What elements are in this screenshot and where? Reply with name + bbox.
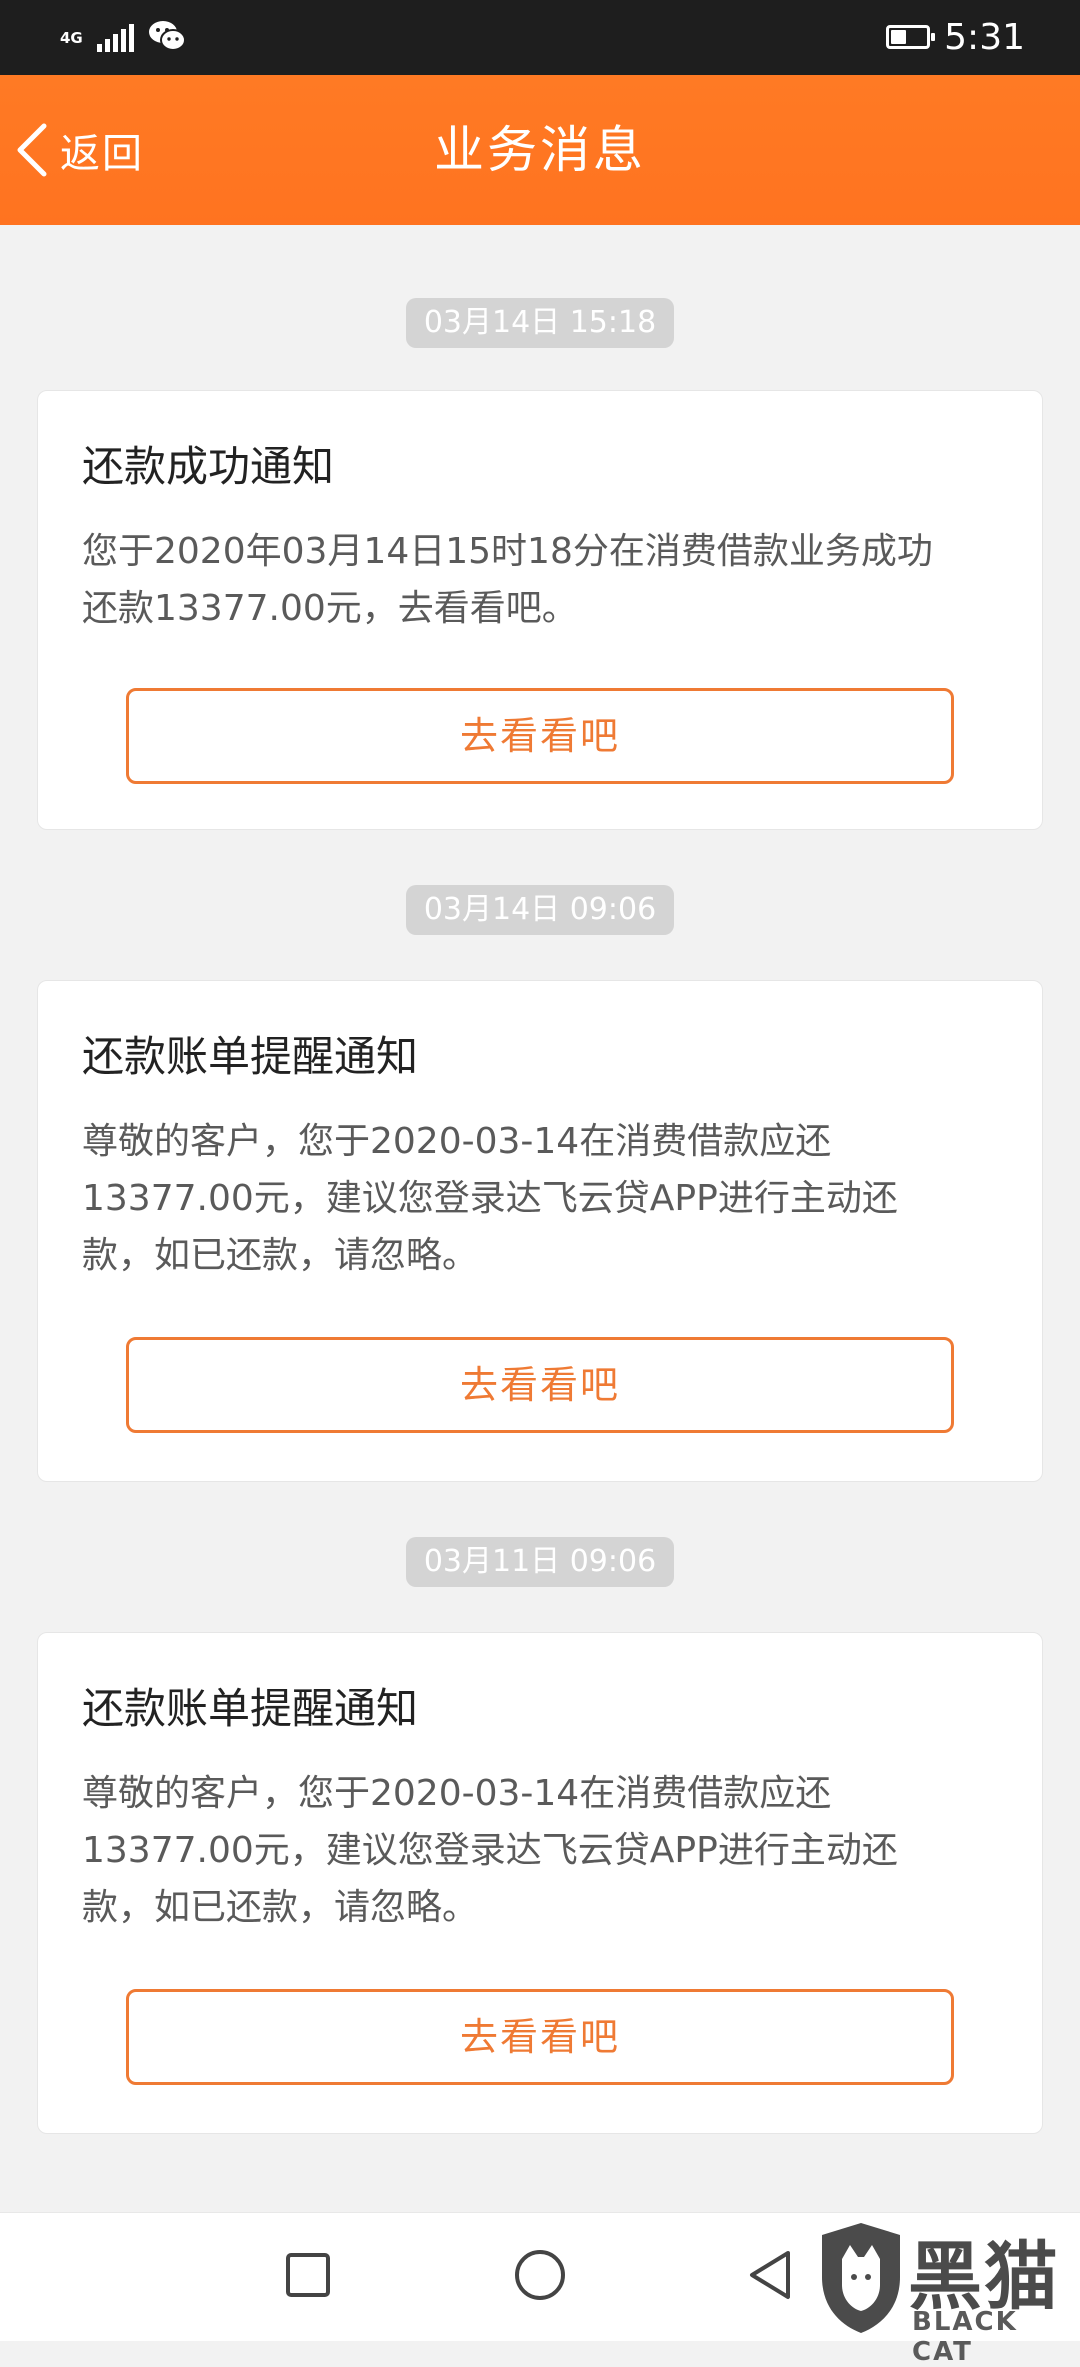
message-timestamp: 03月11日 09:06 xyxy=(405,1537,675,1587)
message-body-line: 尊敬的客户，您于2020-03-14在消费借款应还 xyxy=(82,1773,832,1814)
system-navigation-bar: 黑猫 BLACK CAT xyxy=(0,2211,1080,2367)
wechat-icon xyxy=(148,19,186,57)
message-title: 还款账单提醒通知 xyxy=(82,1684,419,1733)
message-group: 03月11日 09:06 还款账单提醒通知 尊敬的客户，您于2020-03-14… xyxy=(0,1482,1080,2134)
message-body-line: 还款13377.00元，去看看吧。 xyxy=(82,588,578,629)
view-details-button[interactable]: 去看看吧 xyxy=(126,688,954,784)
message-timestamp: 03月14日 15:18 xyxy=(405,298,675,348)
cat-shield-icon xyxy=(812,2219,910,2341)
battery-level xyxy=(891,30,907,44)
message-card: 还款成功通知 您于2020年03月14日15时18分在消费借款业务成功 还款13… xyxy=(37,390,1043,830)
watermark-logo: 黑猫 BLACK CAT xyxy=(800,2211,1080,2367)
recent-apps-button[interactable] xyxy=(248,2213,368,2341)
message-group: 03月14日 15:18 还款成功通知 您于2020年03月14日15时18分在… xyxy=(0,225,1080,830)
message-body: 您于2020年03月14日15时18分在消费借款业务成功 还款13377.00元… xyxy=(82,523,1012,637)
status-bar: 4G 5:31 xyxy=(0,0,1080,75)
triangle-back-icon xyxy=(746,2249,794,2305)
network-type: 4G xyxy=(60,28,83,47)
circle-icon xyxy=(513,2248,567,2306)
status-left: 4G xyxy=(60,18,186,58)
message-timestamp: 03月14日 09:06 xyxy=(405,885,675,935)
message-body-line: 13377.00元，建议您登录达飞云贷APP进行主动还 xyxy=(82,1178,898,1219)
message-body-line: 款，如已还款，请忽略。 xyxy=(82,1887,479,1928)
message-group: 03月14日 09:06 还款账单提醒通知 尊敬的客户，您于2020-03-14… xyxy=(0,830,1080,1482)
message-body: 尊敬的客户，您于2020-03-14在消费借款应还 13377.00元，建议您登… xyxy=(82,1765,1012,1936)
app-header: 返回 业务消息 xyxy=(0,75,1080,225)
message-card: 还款账单提醒通知 尊敬的客户，您于2020-03-14在消费借款应还 13377… xyxy=(37,1632,1043,2134)
signal-bars-icon xyxy=(96,24,134,52)
square-icon xyxy=(285,2252,331,2302)
view-details-button[interactable]: 去看看吧 xyxy=(126,1989,954,2085)
status-time: 5:31 xyxy=(944,16,1025,58)
message-title: 还款成功通知 xyxy=(82,442,335,491)
message-body-line: 您于2020年03月14日15时18分在消费借款业务成功 xyxy=(82,531,933,572)
page-title: 业务消息 xyxy=(434,121,646,179)
timestamp-row: 03月14日 09:06 xyxy=(0,830,1080,935)
timestamp-row: 03月14日 15:18 xyxy=(0,225,1080,348)
watermark-sub-text: BLACK CAT xyxy=(912,2307,1018,2367)
message-body-line: 款，如已还款，请忽略。 xyxy=(82,1235,479,1276)
status-right: 5:31 xyxy=(886,12,1025,62)
message-list: 03月14日 15:18 还款成功通知 您于2020年03月14日15时18分在… xyxy=(0,225,1080,2134)
message-title: 还款账单提醒通知 xyxy=(82,1032,419,1081)
network-type-label: 4G xyxy=(60,28,83,47)
message-body: 尊敬的客户，您于2020-03-14在消费借款应还 13377.00元，建议您登… xyxy=(82,1113,1012,1284)
message-body-line: 13377.00元，建议您登录达飞云贷APP进行主动还 xyxy=(82,1830,898,1871)
view-details-button[interactable]: 去看看吧 xyxy=(126,1337,954,1433)
message-body-line: 尊敬的客户，您于2020-03-14在消费借款应还 xyxy=(82,1121,832,1162)
message-card: 还款账单提醒通知 尊敬的客户，您于2020-03-14在消费借款应还 13377… xyxy=(37,980,1043,1482)
battery-icon xyxy=(886,25,936,49)
timestamp-row: 03月11日 09:06 xyxy=(0,1482,1080,1587)
home-button[interactable] xyxy=(480,2213,600,2341)
